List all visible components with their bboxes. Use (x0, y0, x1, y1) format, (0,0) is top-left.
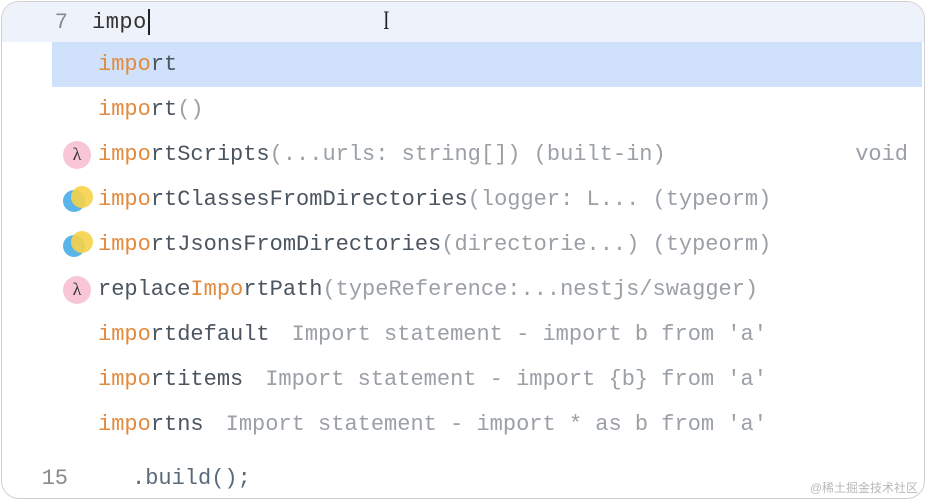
ibeam-cursor-icon: I (383, 6, 389, 36)
suggestion-description: Import statement - import * as b from 'a… (204, 412, 767, 437)
lambda-icon: λ (56, 276, 98, 304)
code-editor: 7 impo I import import() λ importScripts… (1, 1, 925, 499)
suggestion-row[interactable]: importdefault Import statement - import … (52, 312, 922, 357)
line-number: 15 (2, 466, 92, 491)
lambda-icon: λ (56, 141, 98, 169)
suggestion-row[interactable]: importJsonsFromDirectories(directorie...… (52, 222, 922, 267)
text-cursor (148, 9, 150, 35)
line-number: 7 (2, 10, 92, 35)
suggestion-row[interactable]: importClassesFromDirectories(logger: L..… (52, 177, 922, 222)
suggestion-type: void (835, 142, 908, 167)
suggestion-row[interactable]: λ importScripts(...urls: string[]) (buil… (52, 132, 922, 177)
suggestion-row[interactable]: importitems Import statement - import {b… (52, 357, 922, 402)
module-icon (56, 186, 98, 214)
watermark: @稀土掘金技术社区 (810, 479, 918, 496)
suggestion-row[interactable]: import (52, 42, 922, 87)
module-icon (56, 231, 98, 259)
autocomplete-popup[interactable]: import import() λ importScripts(...urls:… (52, 42, 922, 447)
suggestion-row[interactable]: λ replaceImportPath(typeReference:...nes… (52, 267, 922, 312)
suggestion-description: Import statement - import {b} from 'a' (243, 367, 767, 392)
editor-line[interactable]: 7 impo I (2, 2, 924, 42)
typed-code[interactable]: impo (92, 9, 150, 35)
suggestion-row[interactable]: importns Import statement - import * as … (52, 402, 922, 447)
code-text: .build(); (92, 466, 251, 491)
suggestion-description: Import statement - import b from 'a' (270, 322, 767, 347)
suggestion-row[interactable]: import() (52, 87, 922, 132)
editor-line[interactable]: 15 .build(); (2, 458, 924, 498)
